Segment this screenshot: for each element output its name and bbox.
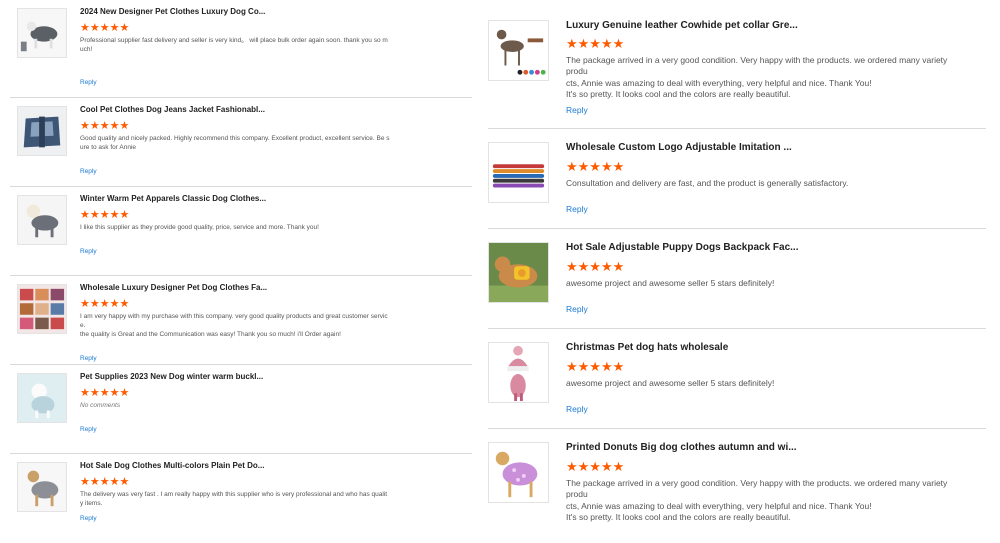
- dog-gray-coat-image[interactable]: [17, 8, 67, 58]
- right-review-column: Luxury Genuine leather Cowhide pet colla…: [488, 0, 986, 539]
- product-title[interactable]: Hot Sale Adjustable Puppy Dogs Backpack …: [566, 242, 966, 253]
- dog-winter-apparel-image[interactable]: [17, 195, 67, 245]
- review-item: Hot Sale Dog Clothes Multi-colors Plain …: [10, 454, 472, 543]
- reply-link[interactable]: Reply: [80, 168, 97, 175]
- reply-link[interactable]: Reply: [566, 404, 588, 414]
- product-title[interactable]: Wholesale Luxury Designer Pet Dog Clothe…: [80, 283, 410, 292]
- review-comment: The package arrived in a very good condi…: [566, 55, 948, 100]
- review-item: 2024 New Designer Pet Clothes Luxury Dog…: [10, 0, 472, 98]
- review-comment: Good quality and nicely packed. Highly r…: [80, 135, 390, 151]
- star-rating: ★★★★★: [80, 120, 130, 132]
- review-item: Christmas Pet dog hats wholesale ★★★★★ a…: [488, 329, 986, 429]
- review-comment: awesome project and awesome seller 5 sta…: [566, 378, 775, 388]
- star-rating: ★★★★★: [566, 36, 625, 51]
- product-title[interactable]: Wholesale Custom Logo Adjustable Imitati…: [566, 142, 966, 153]
- review-item: Winter Warm Pet Apparels Classic Dog Clo…: [10, 187, 472, 276]
- product-title[interactable]: Hot Sale Dog Clothes Multi-colors Plain …: [80, 461, 410, 470]
- review-comment: awesome project and awesome seller 5 sta…: [566, 278, 775, 288]
- review-comment: I am very happy with my purchase with th…: [80, 313, 388, 338]
- left-review-column: 2024 New Designer Pet Clothes Luxury Dog…: [10, 0, 472, 543]
- star-rating: ★★★★★: [80, 22, 130, 34]
- review-item: Luxury Genuine leather Cowhide pet colla…: [488, 0, 986, 129]
- colorful-collars-image[interactable]: [488, 142, 549, 203]
- review-comment: The package arrived in a very good condi…: [566, 478, 948, 523]
- review-item: Wholesale Custom Logo Adjustable Imitati…: [488, 129, 986, 229]
- reply-link[interactable]: Reply: [566, 105, 588, 115]
- product-title[interactable]: Luxury Genuine leather Cowhide pet colla…: [566, 20, 966, 31]
- product-title[interactable]: Pet Supplies 2023 New Dog winter warm bu…: [80, 372, 410, 381]
- review-item: Cool Pet Clothes Dog Jeans Jacket Fashio…: [10, 98, 472, 187]
- review-comment: Consultation and delivery are fast, and …: [566, 178, 849, 188]
- white-dog-winter-coat-image[interactable]: [17, 373, 67, 423]
- greyhound-leather-collar-image[interactable]: [488, 20, 549, 81]
- product-title[interactable]: Printed Donuts Big dog clothes autumn an…: [566, 442, 966, 453]
- review-item: Hot Sale Adjustable Puppy Dogs Backpack …: [488, 229, 986, 329]
- review-comment: Professional supplier fast delivery and …: [80, 37, 388, 53]
- star-rating: ★★★★★: [566, 159, 625, 174]
- product-title[interactable]: Cool Pet Clothes Dog Jeans Jacket Fashio…: [80, 105, 410, 114]
- star-rating: ★★★★★: [566, 359, 625, 374]
- reply-link[interactable]: Reply: [80, 355, 97, 362]
- product-title[interactable]: Christmas Pet dog hats wholesale: [566, 342, 966, 353]
- pet-christmas-hat-image[interactable]: [488, 342, 549, 403]
- denim-jacket-image[interactable]: [17, 106, 67, 156]
- reply-link[interactable]: Reply: [566, 304, 588, 314]
- reply-link[interactable]: Reply: [80, 426, 97, 433]
- dog-donut-print-clothes-image[interactable]: [488, 442, 549, 503]
- dog-yellow-backpack-image[interactable]: [488, 242, 549, 303]
- reply-link[interactable]: Reply: [80, 515, 97, 522]
- reply-link[interactable]: Reply: [80, 248, 97, 255]
- star-rating: ★★★★★: [80, 387, 130, 399]
- review-comment: I like this supplier as they provide goo…: [80, 224, 319, 231]
- dog-clothes-assortment-image[interactable]: [17, 284, 67, 334]
- review-comment: The delivery was very fast . I am really…: [80, 491, 388, 507]
- product-title[interactable]: Winter Warm Pet Apparels Classic Dog Clo…: [80, 194, 410, 203]
- product-title[interactable]: 2024 New Designer Pet Clothes Luxury Dog…: [80, 7, 410, 16]
- star-rating: ★★★★★: [80, 298, 130, 310]
- no-comments-text: No comments: [80, 402, 121, 409]
- star-rating: ★★★★★: [80, 209, 130, 221]
- star-rating: ★★★★★: [566, 459, 625, 474]
- review-item: Printed Donuts Big dog clothes autumn an…: [488, 429, 986, 539]
- dog-gray-clothes-image[interactable]: [17, 462, 67, 512]
- review-item: Wholesale Luxury Designer Pet Dog Clothe…: [10, 276, 472, 365]
- reply-link[interactable]: Reply: [80, 79, 97, 86]
- reply-link[interactable]: Reply: [566, 204, 588, 214]
- review-item: Pet Supplies 2023 New Dog winter warm bu…: [10, 365, 472, 454]
- star-rating: ★★★★★: [80, 476, 130, 488]
- star-rating: ★★★★★: [566, 259, 625, 274]
